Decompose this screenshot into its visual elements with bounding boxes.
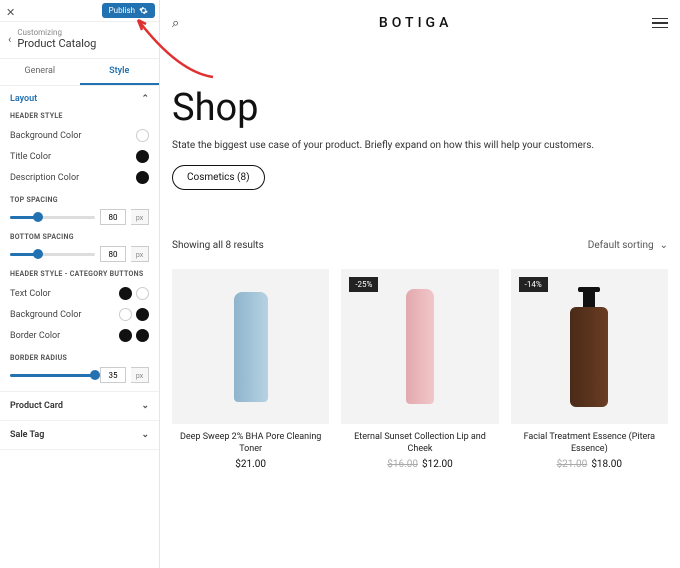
product-card[interactable]: -14% Facial Treatment Essence (Pitera Es… [511, 269, 668, 470]
product-card[interactable]: Deep Sweep 2% BHA Pore Cleaning Toner $2… [172, 269, 329, 470]
section-title: Product Catalog [17, 37, 96, 50]
border-radius-control: px [10, 367, 149, 383]
top-spacing-control: px [10, 209, 149, 225]
section-sale-tag[interactable]: Sale Tag ⌄ [0, 421, 159, 450]
sort-label: Default sorting [588, 240, 654, 251]
chevron-up-icon: ⌃ [141, 94, 149, 104]
bottom-spacing-slider[interactable] [10, 253, 95, 256]
bottom-spacing-input[interactable] [100, 246, 126, 262]
bottle-icon [406, 289, 434, 404]
cat-bg-swatch-2[interactable] [136, 308, 149, 321]
tab-style[interactable]: Style [80, 59, 160, 85]
search-icon[interactable]: ⌕ [172, 16, 179, 31]
category-pill[interactable]: Cosmetics (8) [172, 165, 265, 190]
row-border-color: Border Color [10, 325, 149, 346]
sale-badge: -14% [519, 277, 548, 292]
product-price: $21.00$18.00 [511, 459, 668, 470]
title-color-swatch[interactable] [136, 150, 149, 163]
bottom-spacing-control: px [10, 246, 149, 262]
results-bar: Showing all 8 results Default sorting ⌄ [172, 240, 668, 251]
text-color-swatch-2[interactable] [136, 287, 149, 300]
chevron-down-icon: ⌄ [141, 430, 149, 440]
site-brand: BOTIGA [379, 15, 452, 31]
section-layout: Layout ⌃ HEADER STYLE Background Color T… [0, 86, 159, 392]
customizer-panel: ✕ Publish ‹ Customizing Product Catalog … [0, 0, 160, 568]
bg-color-label: Background Color [10, 131, 81, 141]
header-style-cat-label: HEADER STYLE - CATEGORY BUTTONS [10, 270, 149, 278]
tab-general[interactable]: General [0, 59, 80, 85]
top-spacing-label: TOP SPACING [10, 196, 149, 204]
old-price: $16.00 [387, 459, 418, 470]
product-card[interactable]: -25% Eternal Sunset Collection Lip and C… [341, 269, 498, 470]
text-color-label: Text Color [10, 289, 51, 299]
close-icon[interactable]: ✕ [6, 6, 15, 19]
cat-bg-swatch-1[interactable] [119, 308, 132, 321]
row-title-color: Title Color [10, 146, 149, 167]
product-title: Deep Sweep 2% BHA Pore Cleaning Toner [172, 432, 329, 455]
old-price: $21.00 [557, 459, 588, 470]
page-subtitle: State the biggest use case of your produ… [172, 140, 668, 151]
results-count: Showing all 8 results [172, 240, 264, 251]
site-preview: ⌕ BOTIGA Shop State the biggest use case… [160, 0, 680, 568]
top-spacing-input[interactable] [100, 209, 126, 225]
product-image: -14% [511, 269, 668, 424]
sale-badge: -25% [349, 277, 378, 292]
text-color-swatch-1[interactable] [119, 287, 132, 300]
border-color-label: Border Color [10, 331, 60, 341]
border-radius-slider[interactable] [10, 374, 95, 377]
sale-tag-label: Sale Tag [10, 430, 44, 440]
desc-color-swatch[interactable] [136, 171, 149, 184]
border-radius-unit: px [131, 367, 149, 383]
border-swatch-1[interactable] [119, 329, 132, 342]
border-swatch-2[interactable] [136, 329, 149, 342]
bottom-spacing-unit: px [131, 246, 149, 262]
publish-button[interactable]: Publish [102, 3, 155, 18]
desc-color-label: Description Color [10, 173, 79, 183]
customizer-tabs: General Style [0, 59, 159, 86]
product-card-label: Product Card [10, 401, 63, 411]
product-price: $21.00 [172, 459, 329, 470]
top-spacing-unit: px [131, 209, 149, 225]
cat-bg-color-label: Background Color [10, 310, 81, 320]
row-text-color: Text Color [10, 283, 149, 304]
new-price: $12.00 [422, 459, 453, 470]
product-grid: Deep Sweep 2% BHA Pore Cleaning Toner $2… [172, 269, 668, 470]
row-bg-color: Background Color [10, 125, 149, 146]
title-color-label: Title Color [10, 152, 51, 162]
layout-header[interactable]: Layout ⌃ [10, 94, 149, 104]
bg-color-swatch[interactable] [136, 129, 149, 142]
product-title: Facial Treatment Essence (Pitera Essence… [511, 432, 668, 455]
customizing-label: Customizing [17, 28, 96, 37]
customizer-topbar: Publish [0, 0, 159, 22]
row-cat-bg-color: Background Color [10, 304, 149, 325]
menu-icon[interactable] [652, 18, 668, 29]
new-price: $18.00 [591, 459, 622, 470]
preview-header: ⌕ BOTIGA [172, 0, 668, 46]
bottle-icon [570, 287, 608, 407]
chevron-down-icon: ⌄ [660, 240, 668, 251]
product-title: Eternal Sunset Collection Lip and Cheek [341, 432, 498, 455]
publish-label: Publish [109, 6, 135, 15]
page-title: Shop [172, 86, 668, 130]
border-radius-label: BORDER RADIUS [10, 354, 149, 362]
bottle-icon [234, 292, 268, 402]
product-image [172, 269, 329, 424]
customizer-header: ‹ Customizing Product Catalog [0, 22, 159, 59]
border-radius-input[interactable] [100, 367, 126, 383]
product-image: -25% [341, 269, 498, 424]
gear-icon [139, 6, 148, 15]
row-desc-color: Description Color [10, 167, 149, 188]
back-icon[interactable]: ‹ [8, 33, 11, 46]
customizer-breadcrumb: Customizing Product Catalog [17, 28, 96, 50]
section-product-card[interactable]: Product Card ⌄ [0, 392, 159, 421]
bottom-spacing-label: BOTTOM SPACING [10, 233, 149, 241]
chevron-down-icon: ⌄ [141, 401, 149, 411]
product-price: $16.00 $12.00 [341, 459, 498, 470]
sort-dropdown[interactable]: Default sorting ⌄ [588, 240, 668, 251]
top-spacing-slider[interactable] [10, 216, 95, 219]
header-style-label: HEADER STYLE [10, 112, 149, 120]
layout-label: Layout [10, 94, 37, 104]
